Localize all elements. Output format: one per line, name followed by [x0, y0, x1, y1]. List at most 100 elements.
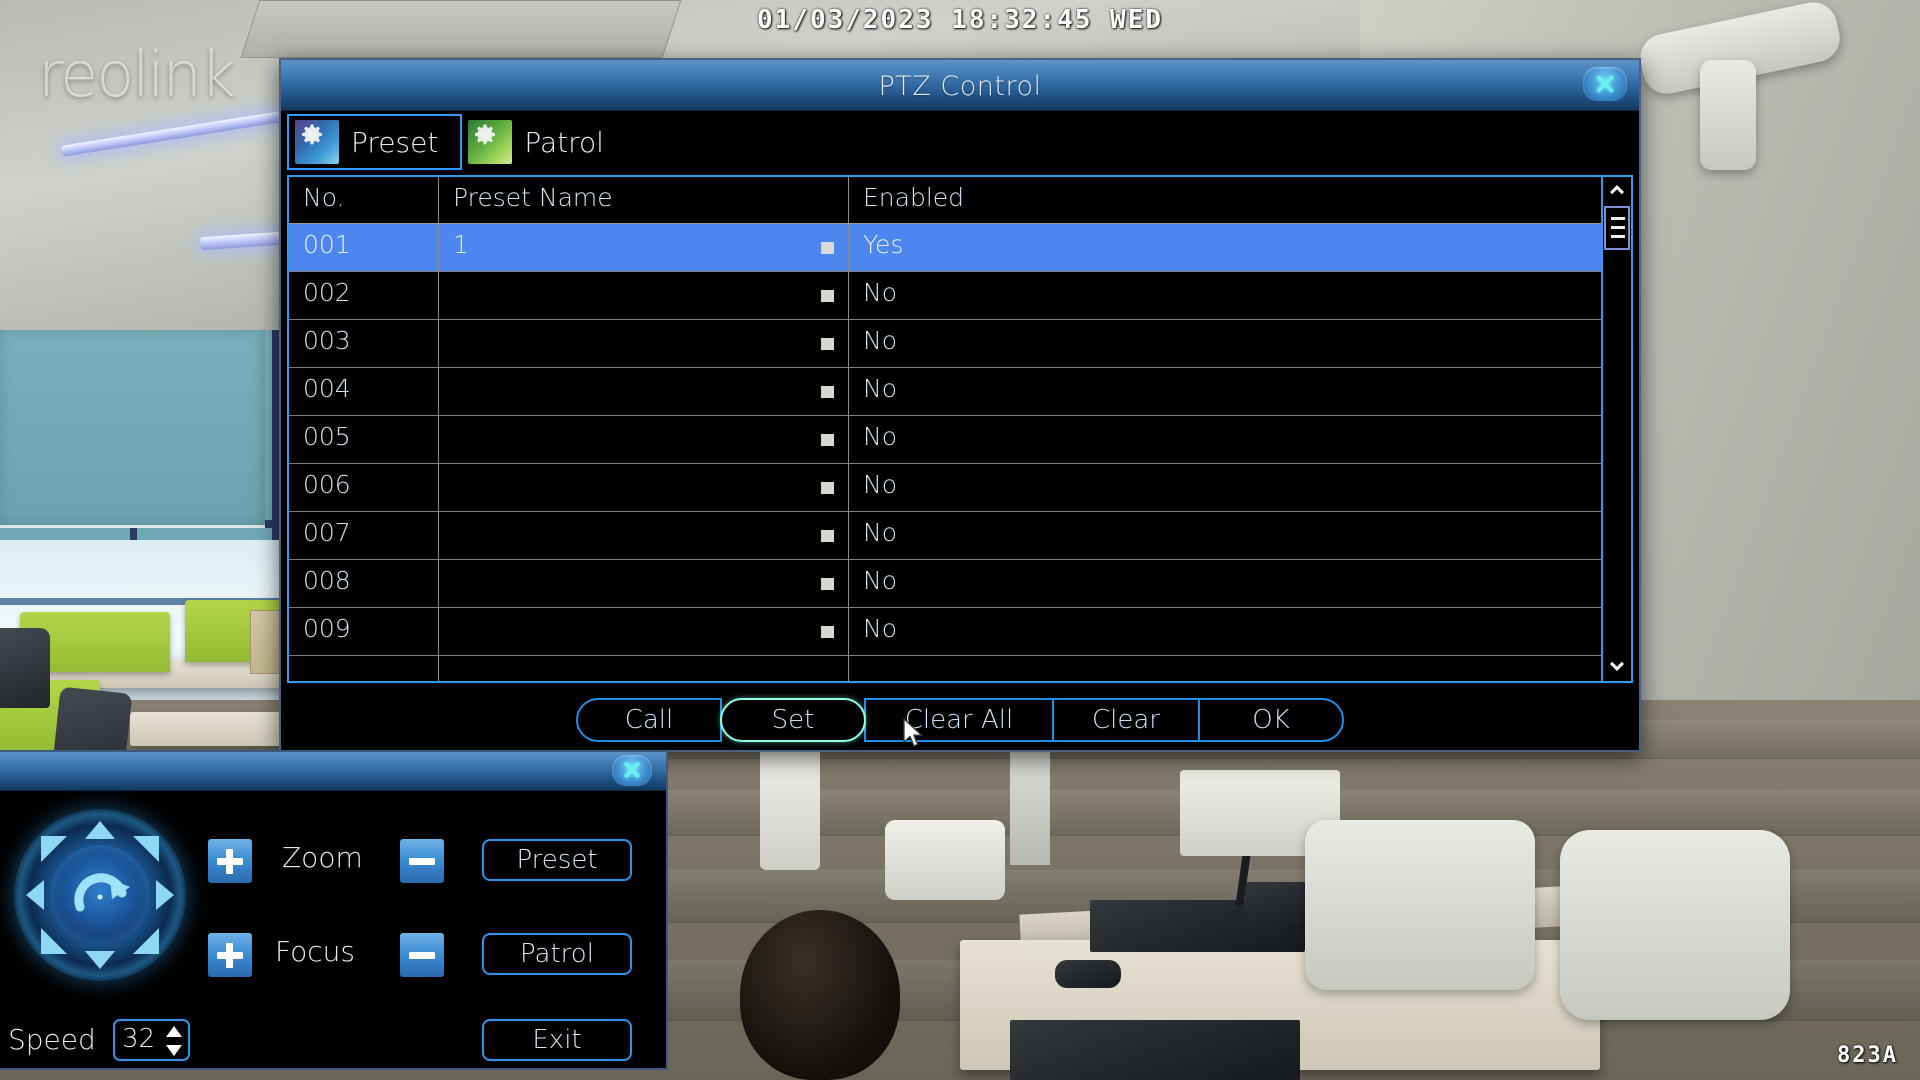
speed-stepper[interactable]: 32	[113, 1019, 190, 1061]
pan-up-arrow-icon[interactable]	[85, 821, 115, 839]
dialog-titlebar: PTZ Control	[281, 60, 1639, 111]
table-row[interactable]: 006 No	[289, 464, 1601, 512]
gear-arrow-icon	[468, 120, 513, 164]
cell-no: 001	[289, 224, 439, 271]
cell-name	[439, 656, 849, 681]
table-scrollbar[interactable]	[1601, 177, 1631, 681]
tab-preset[interactable]: Preset	[287, 114, 463, 170]
table-row[interactable]: 008 No	[289, 560, 1601, 608]
name-edit-marker	[821, 242, 834, 254]
scene-camera-arm	[1700, 60, 1756, 170]
caret-up-icon[interactable]	[166, 1026, 182, 1037]
cell-name[interactable]	[439, 512, 849, 559]
table-row[interactable]: 007 No	[289, 512, 1601, 560]
pan-left-arrow-icon[interactable]	[26, 880, 44, 910]
table-header-row: No. Preset Name Enabled	[289, 177, 1601, 224]
scene-object	[1305, 820, 1535, 990]
chevron-down-icon	[1610, 661, 1624, 671]
patrol-button[interactable]: Patrol	[482, 933, 632, 975]
auto-scan-button[interactable]	[50, 845, 150, 945]
name-edit-marker	[821, 530, 834, 542]
gear-arrow-icon	[295, 120, 339, 164]
table-row[interactable]: 002 No	[289, 272, 1601, 320]
preset-button[interactable]: Preset	[482, 839, 632, 881]
scene-person	[740, 910, 900, 1080]
table-row-empty	[289, 656, 1601, 681]
cell-enabled: No	[863, 566, 897, 595]
column-header-enabled: Enabled	[863, 183, 965, 212]
cell-no: 009	[289, 608, 439, 655]
cell-no	[289, 656, 439, 681]
set-button[interactable]: Set	[720, 698, 866, 742]
clear-button[interactable]: Clear	[1052, 698, 1200, 742]
cell-name[interactable]	[439, 320, 849, 367]
ok-button[interactable]: OK	[1198, 698, 1344, 742]
table-row[interactable]: 001 1 Yes	[289, 224, 1601, 272]
cell-name[interactable]	[439, 608, 849, 655]
exit-button[interactable]: Exit	[482, 1019, 632, 1061]
close-icon[interactable]	[612, 755, 652, 786]
cell-name[interactable]	[439, 464, 849, 511]
scene-pole	[1010, 745, 1050, 865]
cell-enabled: No	[863, 518, 897, 547]
call-button[interactable]: Call	[576, 698, 722, 742]
table-row[interactable]: 004 No	[289, 368, 1601, 416]
cell-no: 002	[289, 272, 439, 319]
cell-name[interactable]	[439, 368, 849, 415]
name-edit-marker	[821, 626, 834, 638]
name-edit-marker	[821, 434, 834, 446]
cell-name[interactable]	[439, 560, 849, 607]
osd-datetime: 01/03/2023 18:32:45 WED	[756, 5, 1164, 35]
cell-no: 004	[289, 368, 439, 415]
table-row[interactable]: 009 No	[289, 608, 1601, 656]
panel-body: Zoom Focus Preset Patrol Exit Speed 32	[0, 791, 666, 1071]
table-row[interactable]: 005 No	[289, 416, 1601, 464]
cell-enabled	[849, 656, 1601, 681]
cell-name[interactable]	[439, 416, 849, 463]
zoom-in-button[interactable]	[208, 839, 252, 883]
scroll-down-button[interactable]	[1603, 653, 1631, 681]
scroll-track[interactable]	[1603, 251, 1631, 653]
scene-printer	[885, 820, 1005, 900]
tab-patrol[interactable]: Patrol	[462, 114, 626, 170]
tab-bar: Preset Patrol	[281, 111, 1639, 173]
focus-near-button[interactable]	[208, 933, 252, 977]
plus-icon-v	[226, 943, 233, 968]
zoom-out-button[interactable]	[400, 839, 444, 883]
focus-label: Focus	[275, 935, 355, 968]
cell-enabled: No	[863, 614, 897, 643]
column-header-name: Preset Name	[439, 177, 849, 223]
column-header-no: No.	[289, 177, 439, 223]
cell-enabled: No	[863, 374, 897, 403]
tab-patrol-label: Patrol	[524, 125, 604, 159]
name-edit-marker	[821, 578, 834, 590]
cell-name[interactable]: 1	[439, 224, 849, 271]
cell-no: 008	[289, 560, 439, 607]
pan-down-arrow-icon[interactable]	[85, 951, 115, 969]
chevron-up-icon	[1610, 185, 1624, 195]
scene-pillar	[760, 740, 820, 870]
cell-enabled: No	[863, 470, 897, 499]
dialog-button-row: Call Set Clear All Clear OK	[576, 698, 1344, 742]
close-icon[interactable]	[1583, 67, 1627, 101]
preset-table: No. Preset Name Enabled 001 1 Yes 002 No…	[287, 175, 1633, 683]
pan-right-arrow-icon[interactable]	[156, 880, 174, 910]
caret-down-icon[interactable]	[166, 1045, 182, 1056]
scroll-up-button[interactable]	[1603, 177, 1631, 205]
table-row[interactable]: 003 No	[289, 320, 1601, 368]
cell-no: 003	[289, 320, 439, 367]
cell-enabled: No	[863, 326, 897, 355]
name-edit-marker	[821, 338, 834, 350]
gear-icon	[475, 124, 496, 145]
ptz-directional-pad[interactable]	[14, 809, 186, 981]
scroll-thumb[interactable]	[1604, 206, 1630, 250]
cell-name[interactable]	[439, 272, 849, 319]
cell-no: 007	[289, 512, 439, 559]
gear-icon	[302, 124, 322, 145]
minus-icon	[409, 858, 435, 865]
name-edit-marker	[821, 482, 834, 494]
speed-spin-arrows	[166, 1025, 182, 1057]
clear-all-button[interactable]: Clear All	[864, 698, 1054, 742]
cell-enabled: No	[863, 422, 897, 451]
focus-far-button[interactable]	[400, 933, 444, 977]
